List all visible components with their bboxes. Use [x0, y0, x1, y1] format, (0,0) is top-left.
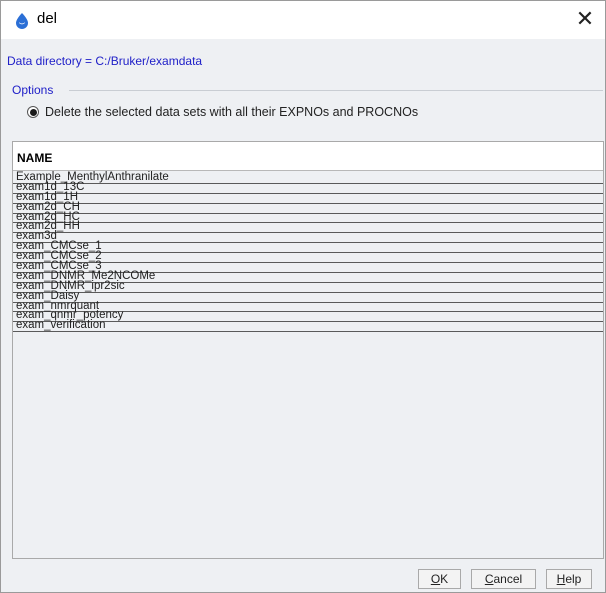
ok-label-rest: K: [440, 572, 449, 586]
list-item[interactable]: exam_Daisy: [13, 290, 603, 303]
dialog-body: Data directory = C:/Bruker/examdata Opti…: [1, 39, 605, 592]
list-item[interactable]: exam_verification: [13, 319, 603, 333]
delete-dialog: del ✕ Data directory = C:/Bruker/examdat…: [0, 0, 606, 593]
cancel-button[interactable]: Cancel: [471, 569, 536, 589]
help-mnemonic: H: [556, 572, 566, 586]
dataset-list: NAME Example_MenthylAnthranilate exam1d_1…: [12, 141, 604, 559]
options-group: Options Delete the selected data sets wi…: [9, 82, 603, 134]
dataset-name: exam_verification: [16, 319, 106, 332]
list-item[interactable]: exam_DNMR_ipr2sic: [13, 280, 603, 293]
title-bar: del ✕: [1, 1, 605, 39]
list-item[interactable]: exam2d_CH: [13, 201, 603, 214]
column-header-name[interactable]: NAME: [13, 142, 603, 171]
options-legend: Options: [12, 83, 54, 97]
list-item[interactable]: exam1d_13C: [13, 181, 603, 194]
list-item[interactable]: exam1d_1H: [13, 191, 603, 204]
radio-selected-dot: [29, 108, 37, 116]
topspin-drop-icon: [16, 13, 28, 29]
dataset-rows: Example_MenthylAnthranilate exam1d_13C exa…: [13, 171, 603, 333]
help-label-rest: elp: [565, 572, 582, 586]
list-item[interactable]: exam2d_HC: [13, 211, 603, 224]
list-item[interactable]: Example_MenthylAnthranilate: [13, 171, 603, 184]
delete-all-radio-option[interactable]: Delete the selected data sets with all t…: [27, 105, 418, 119]
list-item[interactable]: exam2d_HH: [13, 220, 603, 234]
cancel-label-rest: ancel: [493, 572, 523, 586]
close-icon[interactable]: ✕: [573, 6, 597, 31]
data-directory-label: Data directory = C:/Bruker/examdata: [7, 54, 203, 68]
radio-button[interactable]: [27, 106, 39, 118]
ok-button[interactable]: OK: [418, 569, 461, 589]
options-divider: [69, 90, 603, 91]
radio-label: Delete the selected data sets with all t…: [45, 105, 419, 119]
ok-mnemonic: O: [430, 572, 441, 586]
window-title: del: [37, 10, 58, 27]
cancel-mnemonic: C: [484, 572, 494, 586]
column-header-label: NAME: [17, 151, 53, 165]
help-button[interactable]: Help: [546, 569, 592, 589]
